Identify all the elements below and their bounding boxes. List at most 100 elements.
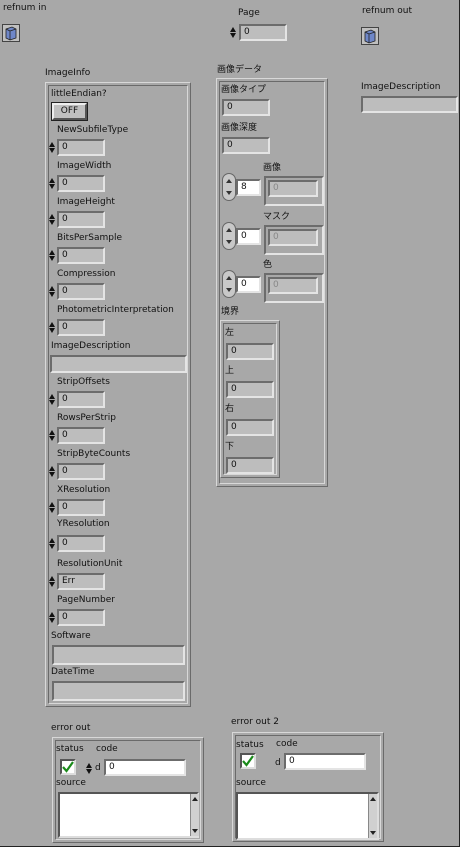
y-resolution-label: YResolution [57,519,110,529]
rows-per-strip-label: RowsPerStrip [57,413,116,423]
x-resolution-label: XResolution [57,485,111,495]
error-out-title: error out [51,723,91,733]
image-array-index-knob[interactable] [222,173,236,201]
refnum-in-icon[interactable] [2,24,20,42]
refnum-out-icon[interactable] [361,27,379,45]
little-endian-label: littleEndian? [51,89,107,99]
image-type-field[interactable]: 0 [222,99,270,116]
image-depth-field[interactable]: 0 [222,137,270,154]
photometric-interpretation-field[interactable]: 0 [57,319,105,336]
top-field[interactable]: 0 [226,381,274,398]
image-array-element[interactable]: 0 [268,180,318,197]
error-out-source-scrollbar[interactable] [190,794,199,836]
image-data-title: 画像データ [217,65,263,75]
bounds-label: 境界 [221,307,240,317]
bits-per-sample-field[interactable]: 0 [57,247,105,264]
right-label: 右 [225,404,235,414]
info-image-description-label: ImageDescription [51,341,131,351]
x-resolution-field[interactable]: 0 [57,499,105,516]
page-number-incdec[interactable] [49,609,56,626]
image-width-incdec[interactable] [49,175,56,192]
error-out-source-label: source [56,778,86,788]
compression-label: Compression [57,269,116,279]
error-out-status-checkbox[interactable] [60,759,76,775]
compression-field[interactable]: 0 [57,283,105,300]
image-height-field[interactable]: 0 [57,211,105,228]
top-label: 上 [225,366,235,376]
y-resolution-incdec[interactable] [49,535,56,552]
image-width-field[interactable]: 0 [57,175,105,192]
new-subfile-type-label: NewSubfileType [57,125,129,135]
datetime-field[interactable] [52,681,185,701]
resolution-unit-label: ResolutionUnit [57,559,123,569]
error-out-2-source-field[interactable] [236,792,379,840]
new-subfile-type-incdec[interactable] [49,139,56,156]
mask-array-index-knob[interactable] [222,222,236,250]
bottom-label: 下 [225,442,235,452]
rows-per-strip-incdec[interactable] [49,427,56,444]
error-out-2-code-field[interactable]: 0 [284,753,366,770]
strip-byte-counts-field[interactable]: 0 [57,463,105,480]
resolution-unit-field[interactable]: Err [57,573,105,590]
image-description-field[interactable] [361,96,458,113]
mask-array-label: マスク [263,212,291,222]
error-out-code-field[interactable]: 0 [104,759,186,776]
error-out-source-field[interactable] [58,792,199,838]
color-array-label: 色 [263,260,273,270]
refnum-in-label: refnum in [3,3,47,13]
new-subfile-type-field[interactable]: 0 [57,139,105,156]
page-number-label: PageNumber [57,595,115,605]
mask-array-index[interactable]: 0 [236,228,261,245]
error-out-code-prefix: d [95,763,101,773]
color-array-index[interactable]: 0 [236,276,261,293]
refnum-out-label: refnum out [362,6,412,16]
rows-per-strip-field[interactable]: 0 [57,427,105,444]
front-panel: refnum in Page 0 refnum out ImageDescrip… [0,0,460,847]
image-description-label: ImageDescription [361,82,441,92]
bits-per-sample-incdec[interactable] [49,247,56,264]
strip-offsets-label: StripOffsets [57,377,110,387]
left-field[interactable]: 0 [226,343,274,360]
error-out-2-source-label: source [236,778,266,788]
datetime-label: DateTime [51,667,95,677]
image-depth-label: 画像深度 [221,123,258,133]
image-type-label: 画像タイプ [221,85,267,95]
page-number-field[interactable]: 0 [57,609,105,626]
error-out-2-status-label: status [236,740,264,750]
error-out-2-source-scrollbar[interactable] [368,794,377,838]
image-width-label: ImageWidth [57,161,112,171]
photometric-interpretation-label: PhotometricInterpretation [57,305,174,315]
page-increment-decrement[interactable] [230,24,237,41]
error-out-code-incdec[interactable] [86,760,93,777]
info-image-description-field[interactable] [50,355,187,373]
strip-byte-counts-label: StripByteCounts [57,449,131,459]
y-resolution-field[interactable]: 0 [57,535,105,552]
software-label: Software [51,631,91,641]
compression-incdec[interactable] [49,283,56,300]
little-endian-button[interactable]: OFF [51,102,88,121]
bottom-field[interactable]: 0 [226,457,274,474]
software-field[interactable] [52,645,185,665]
error-out-2-title: error out 2 [231,717,279,727]
bits-per-sample-label: BitsPerSample [57,233,122,243]
strip-offsets-incdec[interactable] [49,391,56,408]
error-out-code-label: code [96,744,118,754]
image-info-title: ImageInfo [45,68,91,78]
page-field[interactable]: 0 [239,24,287,41]
photometric-interpretation-incdec[interactable] [49,319,56,336]
check-icon [242,755,254,767]
strip-byte-counts-incdec[interactable] [49,463,56,480]
left-label: 左 [225,328,235,338]
image-array-index[interactable]: 8 [236,179,261,196]
mask-array-element[interactable]: 0 [268,229,318,246]
color-array-element[interactable]: 0 [268,277,318,294]
image-height-label: ImageHeight [57,197,115,207]
color-array-index-knob[interactable] [222,270,236,298]
error-out-2-code-label: code [276,739,298,749]
x-resolution-incdec[interactable] [49,499,56,516]
image-height-incdec[interactable] [49,211,56,228]
right-field[interactable]: 0 [226,419,274,436]
error-out-2-status-checkbox[interactable] [240,753,256,769]
resolution-unit-incdec[interactable] [49,573,56,590]
strip-offsets-field[interactable]: 0 [57,391,105,408]
